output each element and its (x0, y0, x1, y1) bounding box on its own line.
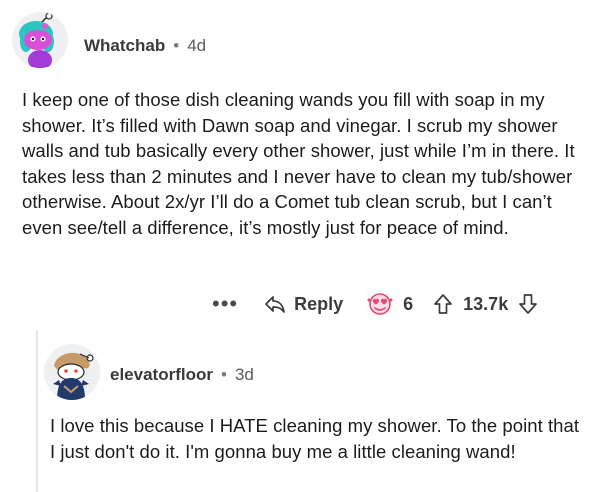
comment-body: I keep one of those dish cleaning wands … (22, 89, 575, 238)
username[interactable]: elevatorfloor (110, 365, 213, 385)
award-button[interactable]: 6 (365, 292, 413, 316)
separator-dot: • (173, 36, 180, 55)
snoo-avatar-icon (53, 352, 94, 400)
more-options-button[interactable]: ••• (212, 293, 238, 315)
avatar[interactable] (12, 12, 68, 68)
downvote-arrow-icon[interactable] (518, 293, 538, 315)
timestamp: 4d (187, 36, 207, 55)
reply-arrow-icon (265, 296, 285, 313)
heart-eyes-award-icon (367, 293, 393, 315)
comment-actions: ••• Reply 6 13.7k (212, 292, 538, 316)
username[interactable]: Whatchab (84, 36, 165, 56)
upvote-arrow-icon[interactable] (433, 293, 453, 315)
comment-header: Whatchab • 4d (84, 36, 206, 56)
reply-button[interactable]: Reply (264, 294, 343, 315)
comment-whatchab: Whatchab • 4d I keep one of those dish c… (0, 0, 599, 330)
timestamp: 3d (234, 365, 254, 384)
award-count: 6 (403, 293, 414, 314)
separator-dot: • (220, 365, 227, 384)
reply-label: Reply (294, 293, 344, 314)
comment-body: I love this because I HATE cleaning my s… (50, 415, 580, 462)
vote-controls: 13.7k (433, 293, 538, 315)
snoo-avatar-icon (19, 12, 54, 68)
comment-header: elevatorfloor • 3d (110, 365, 254, 385)
score: 13.7k (463, 293, 509, 314)
avatar[interactable] (44, 344, 100, 400)
